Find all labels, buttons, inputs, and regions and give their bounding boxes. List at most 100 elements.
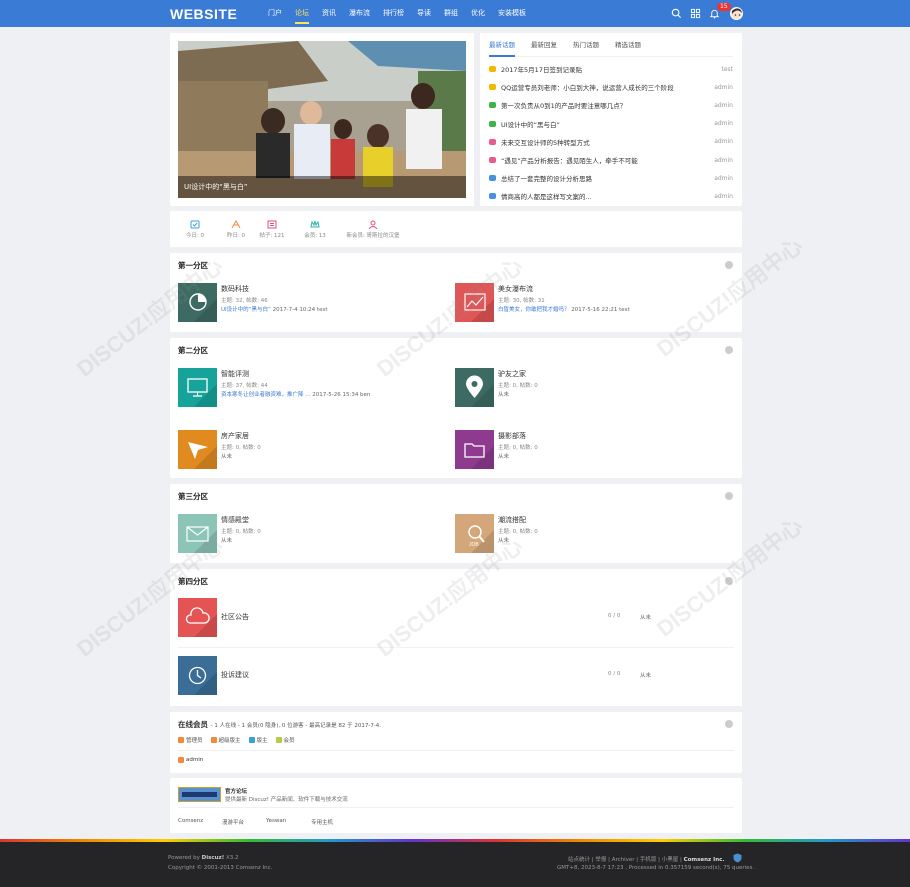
last-post-link[interactable]: UI设计中的“黑与白” [221, 307, 271, 313]
user-avatar[interactable] [730, 7, 743, 20]
thread-title[interactable]: QQ运营专员刘老师：小白到大神，说运营人成长的三个阶段 [501, 82, 714, 92]
thread-row[interactable]: QQ运营专员刘老师：小白到大神，说运营人成长的三个阶段 admin [489, 78, 733, 96]
thread-title[interactable]: 第一次负责从0到1的产品时要注意哪几点？ [501, 100, 714, 110]
thread-author[interactable]: admin [714, 193, 733, 200]
forum-name[interactable]: 美女瀑布流 [498, 284, 533, 294]
forum-count: 0 / 0 [608, 671, 621, 677]
thread-title[interactable]: 情商高的人都是这样写文案的... [501, 191, 714, 201]
cloud-icon[interactable] [178, 598, 217, 637]
footer-links[interactable]: 站点统计 | 举报 | Archiver | 手机版 | 小黑屋 | Comse… [568, 855, 725, 863]
collapse-icon[interactable] [725, 577, 733, 585]
thread-author[interactable]: admin [714, 157, 733, 164]
forum-item[interactable]: 智能评测 主题: 37, 帖数: 44 资本寒冬让创业者融资难，推广降 ... 20… [178, 368, 448, 408]
forum-name[interactable]: 智能评测 [221, 369, 249, 379]
online-summary: - 1 人在线 - 1 会员(0 隐身), 0 位游客 - 最高记录是 82 于… [210, 723, 382, 729]
grid-icon[interactable] [690, 8, 701, 19]
slider-image[interactable]: UI设计中的“黑与白” [178, 41, 466, 198]
thread-title[interactable]: “遇见”产品分析报告：遇见陌生人，牵手不可能 [501, 155, 714, 165]
nav-item[interactable]: 群组 [444, 0, 458, 27]
thread-title[interactable]: UI设计中的“黑与白” [501, 119, 714, 129]
section-title[interactable]: 第三分区 [178, 484, 734, 510]
forum-name[interactable]: 摄影部落 [498, 431, 526, 441]
thread-row[interactable]: 2017年5月17日签到记录贴 test [489, 60, 733, 78]
thread-row[interactable]: UI设计中的“黑与白” admin [489, 115, 733, 133]
chat-bubble-icon [489, 175, 496, 182]
monitor-icon[interactable] [178, 368, 217, 407]
collapse-icon[interactable] [725, 720, 733, 728]
thread-author[interactable]: admin [714, 175, 733, 182]
thread-author[interactable]: admin [714, 84, 733, 91]
thread-author[interactable]: admin [714, 102, 733, 109]
nav-item[interactable]: 论坛 [295, 0, 309, 27]
forum-item[interactable]: 数码科技 主题: 32, 帖数: 46 UI设计中的“黑与白” 2017-7-4 1… [178, 283, 448, 323]
thread-tab[interactable]: 热门话题 [573, 33, 599, 56]
line-chart-icon[interactable] [455, 283, 494, 322]
section-title[interactable]: 第四分区 [178, 569, 734, 595]
forum-item[interactable]: JOB 潮流搭配 主题: 0, 帖数: 0 从未 [455, 514, 725, 554]
featured-slider[interactable]: UI设计中的“黑与白” [170, 33, 474, 206]
thread-title[interactable]: 总结了一套完整的设计分析思路 [501, 173, 714, 183]
collapse-icon[interactable] [725, 346, 733, 354]
send-icon[interactable] [178, 430, 217, 469]
thread-row[interactable]: 情商高的人都是这样写文案的... admin [489, 187, 733, 205]
forum-name[interactable]: 数码科技 [221, 284, 249, 294]
forum-name[interactable]: 驴友之家 [498, 369, 526, 379]
friend-link[interactable]: Comsenz [178, 818, 203, 824]
map-pin-icon[interactable] [455, 368, 494, 407]
search-icon[interactable] [671, 8, 682, 19]
friend-link[interactable]: 漫游平台 [222, 818, 244, 826]
nav-item[interactable]: 门户 [268, 0, 282, 27]
section-title[interactable]: 第一分区 [178, 253, 734, 279]
last-post-link[interactable]: 资本寒冬让创业者融资难，推广降 ... [221, 392, 311, 398]
forum-item[interactable]: 美女瀑布流 主题: 30, 帖数: 31 白皙美女，你敢把我才婚吗？ 2017-5-… [455, 283, 725, 323]
thread-title[interactable]: 2017年5月17日签到记录贴 [501, 64, 721, 74]
folder-icon[interactable] [455, 430, 494, 469]
thread-tab[interactable]: 最新回复 [531, 33, 557, 56]
thread-author[interactable]: admin [714, 138, 733, 145]
site-logo[interactable]: WEBSITE [170, 6, 237, 22]
forum-item[interactable]: 情感殿堂 主题: 0, 帖数: 0 从未 [178, 514, 448, 554]
mail-icon[interactable] [178, 514, 217, 553]
friend-link[interactable]: 专用主机 [311, 818, 333, 826]
section-1: 第一分区数码科技 主题: 32, 帖数: 46 UI设计中的“黑与白” 2017-7… [170, 253, 742, 332]
section-title[interactable]: 第二分区 [178, 338, 734, 364]
official-forum-link[interactable]: 官方论坛 提供最新 Discuz! 产品新闻、软件下载与技术交流 [178, 778, 734, 808]
forum-row[interactable]: 社区公告 0 / 0 从未 [178, 598, 734, 648]
friend-link[interactable]: Yeswan [266, 818, 286, 824]
collapse-icon[interactable] [725, 492, 733, 500]
forum-item[interactable]: 房产家居 主题: 0, 帖数: 0 从未 [178, 430, 448, 470]
forum-name[interactable]: 情感殿堂 [221, 515, 249, 525]
nav-item[interactable]: 安装模板 [498, 0, 526, 27]
forum-item[interactable]: 摄影部落 主题: 0, 帖数: 0 从未 [455, 430, 725, 470]
forum-name[interactable]: 投诉建议 [221, 670, 249, 680]
online-user[interactable]: admin [178, 757, 726, 763]
thread-list-panel: 最新话题 最新回复 热门话题 精选话题 2017年5月17日签到记录贴 test QQ运营… [480, 33, 742, 206]
thread-author[interactable]: test [721, 66, 733, 73]
forum-name[interactable]: 潮流搭配 [498, 515, 526, 525]
nav-item[interactable]: 排行榜 [383, 0, 404, 27]
collapse-icon[interactable] [725, 261, 733, 269]
thread-row[interactable]: 总结了一套完整的设计分析思路 admin [489, 169, 733, 187]
thread-row[interactable]: 未来交互设计师的5种转型方式 admin [489, 133, 733, 151]
thread-tab[interactable]: 精选话题 [615, 33, 641, 56]
forum-name[interactable]: 社区公告 [221, 612, 249, 622]
job-search-icon[interactable]: JOB [455, 514, 494, 553]
thread-author[interactable]: admin [714, 120, 733, 127]
nav-item[interactable]: 瀑布流 [349, 0, 370, 27]
thread-tab[interactable]: 最新话题 [489, 33, 515, 57]
clock-icon[interactable] [178, 656, 217, 695]
nav-item[interactable]: 导读 [417, 0, 431, 27]
thread-title[interactable]: 未来交互设计师的5种转型方式 [501, 137, 714, 147]
thread-row[interactable]: 第一次负责从0到1的产品时要注意哪几点？ admin [489, 96, 733, 114]
last-post-link[interactable]: 白皙美女，你敢把我才婚吗？ [498, 307, 570, 313]
forum-row[interactable]: 投诉建议 0 / 0 从未 [178, 656, 734, 696]
nav-item[interactable]: 优化 [471, 0, 485, 27]
pie-chart-icon[interactable] [178, 283, 217, 322]
discuz-link[interactable]: Discuz! [202, 855, 225, 861]
slider-caption[interactable]: UI设计中的“黑与白” [178, 176, 466, 198]
thread-tabs: 最新话题 最新回复 热门话题 精选话题 [489, 33, 733, 57]
forum-name[interactable]: 房产家居 [221, 431, 249, 441]
forum-item[interactable]: 驴友之家 主题: 0, 帖数: 0 从未 [455, 368, 725, 408]
thread-row[interactable]: “遇见”产品分析报告：遇见陌生人，牵手不可能 admin [489, 151, 733, 169]
nav-item[interactable]: 资讯 [322, 0, 336, 27]
